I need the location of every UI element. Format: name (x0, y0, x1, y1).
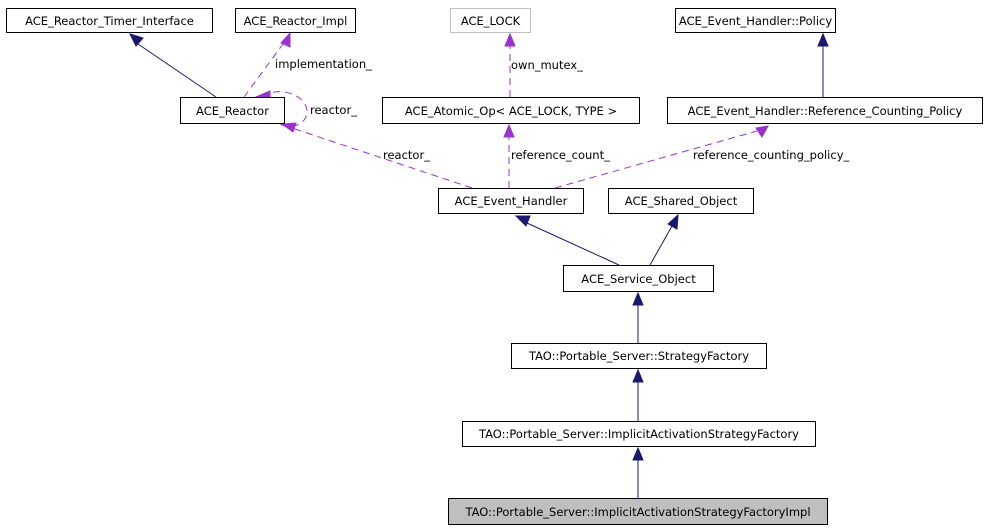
node-ace-reactor-impl[interactable]: ACE_Reactor_Impl (235, 8, 356, 33)
node-label: TAO::Portable_Server::ImplicitActivation… (478, 427, 799, 441)
node-ace-reactor[interactable]: ACE_Reactor (180, 97, 285, 124)
edge-service-object-to-shared-object (649, 213, 679, 266)
edge-ias-factory-impl-to-ias-factory (632, 446, 644, 498)
node-ace-service-object[interactable]: ACE_Service_Object (563, 265, 714, 292)
inheritance-arrowhead-icon (632, 291, 644, 306)
node-ace-reactor-timer-interface[interactable]: ACE_Reactor_Timer_Interface (6, 8, 213, 33)
node-label: TAO::Portable_Server::ImplicitActivation… (464, 505, 810, 519)
node-reference-counting-policy[interactable]: ACE_Event_Handler::Reference_Counting_Po… (667, 97, 983, 124)
inheritance-arrowhead-icon (514, 215, 531, 227)
edge-label-own-mutex: own_mutex_ (511, 58, 583, 72)
inheritance-arrowhead-icon (129, 33, 144, 47)
edge-label-implementation: implementation_ (275, 57, 372, 71)
edge-event-handler-to-reactor: reactor_ (280, 122, 473, 189)
node-label: ACE_Reactor (196, 104, 269, 118)
edge-reactor-to-reactor-impl: implementation_ (243, 31, 372, 98)
node-label: ACE_LOCK (461, 14, 521, 28)
usage-arrowhead-icon (503, 123, 515, 138)
inheritance-arrowhead-icon (632, 446, 644, 461)
inheritance-arrowhead-icon (817, 32, 829, 47)
node-label: ACE_Event_Handler::Policy (679, 14, 833, 28)
node-implicit-activation-strategy-factory-impl: TAO::Portable_Server::ImplicitActivation… (448, 498, 828, 525)
edge-line (137, 43, 217, 98)
nodes: ACE_Reactor_Timer_Interface ACE_Reactor_… (6, 8, 983, 525)
edge-atomic-op-to-ace-lock: own_mutex_ (504, 32, 583, 97)
inheritance-arrowhead-icon (632, 368, 644, 383)
inheritance-arrowhead-icon (667, 213, 679, 230)
edge-ias-factory-to-strategy-factory (632, 368, 644, 421)
node-label: ACE_Service_Object (581, 272, 696, 286)
node-ace-shared-object[interactable]: ACE_Shared_Object (608, 188, 754, 214)
edge-label-reference-counting-policy: reference_counting_policy_ (693, 148, 849, 162)
class-diagram: implementation_ reactor_ own_mutex_ reac… (6, 8, 983, 525)
edge-label-reactor: reactor_ (383, 148, 430, 162)
node-label: ACE_Reactor_Timer_Interface (25, 14, 194, 28)
edge-label-reactor-self: reactor_ (310, 103, 357, 117)
edge-reactor-to-timer-interface (129, 33, 217, 98)
node-label: ACE_Event_Handler::Reference_Counting_Po… (688, 104, 963, 118)
usage-arrowhead-icon (280, 122, 297, 133)
edge-ref-policy-to-eh-policy (817, 32, 829, 97)
node-strategy-factory[interactable]: TAO::Portable_Server::StrategyFactory (511, 343, 767, 369)
edge-strategy-factory-to-service-object (632, 291, 644, 343)
node-label: ACE_Shared_Object (625, 194, 738, 208)
edge-line (291, 127, 473, 189)
node-ace-event-handler[interactable]: ACE_Event_Handler (438, 188, 584, 214)
node-label: TAO::Portable_Server::StrategyFactory (528, 349, 749, 363)
edge-service-object-to-event-handler (514, 215, 620, 266)
edge-event-handler-to-atomic-op: reference_count_ (503, 123, 610, 188)
node-label: ACE_Reactor_Impl (244, 14, 348, 28)
node-ace-event-handler-policy[interactable]: ACE_Event_Handler::Policy (675, 8, 836, 33)
usage-arrowhead-icon (755, 125, 769, 138)
edge-line (526, 222, 620, 266)
node-ace-lock: ACE_LOCK (450, 8, 531, 33)
edge-line (649, 225, 673, 266)
edge-label-reference-count: reference_count_ (511, 148, 610, 162)
node-ace-atomic-op[interactable]: ACE_Atomic_Op< ACE_LOCK, TYPE > (382, 97, 640, 124)
usage-arrowhead-icon (504, 32, 516, 47)
node-label: ACE_Event_Handler (455, 194, 568, 208)
node-label: ACE_Atomic_Op< ACE_LOCK, TYPE > (405, 104, 617, 118)
node-implicit-activation-strategy-factory[interactable]: TAO::Portable_Server::ImplicitActivation… (462, 421, 816, 447)
